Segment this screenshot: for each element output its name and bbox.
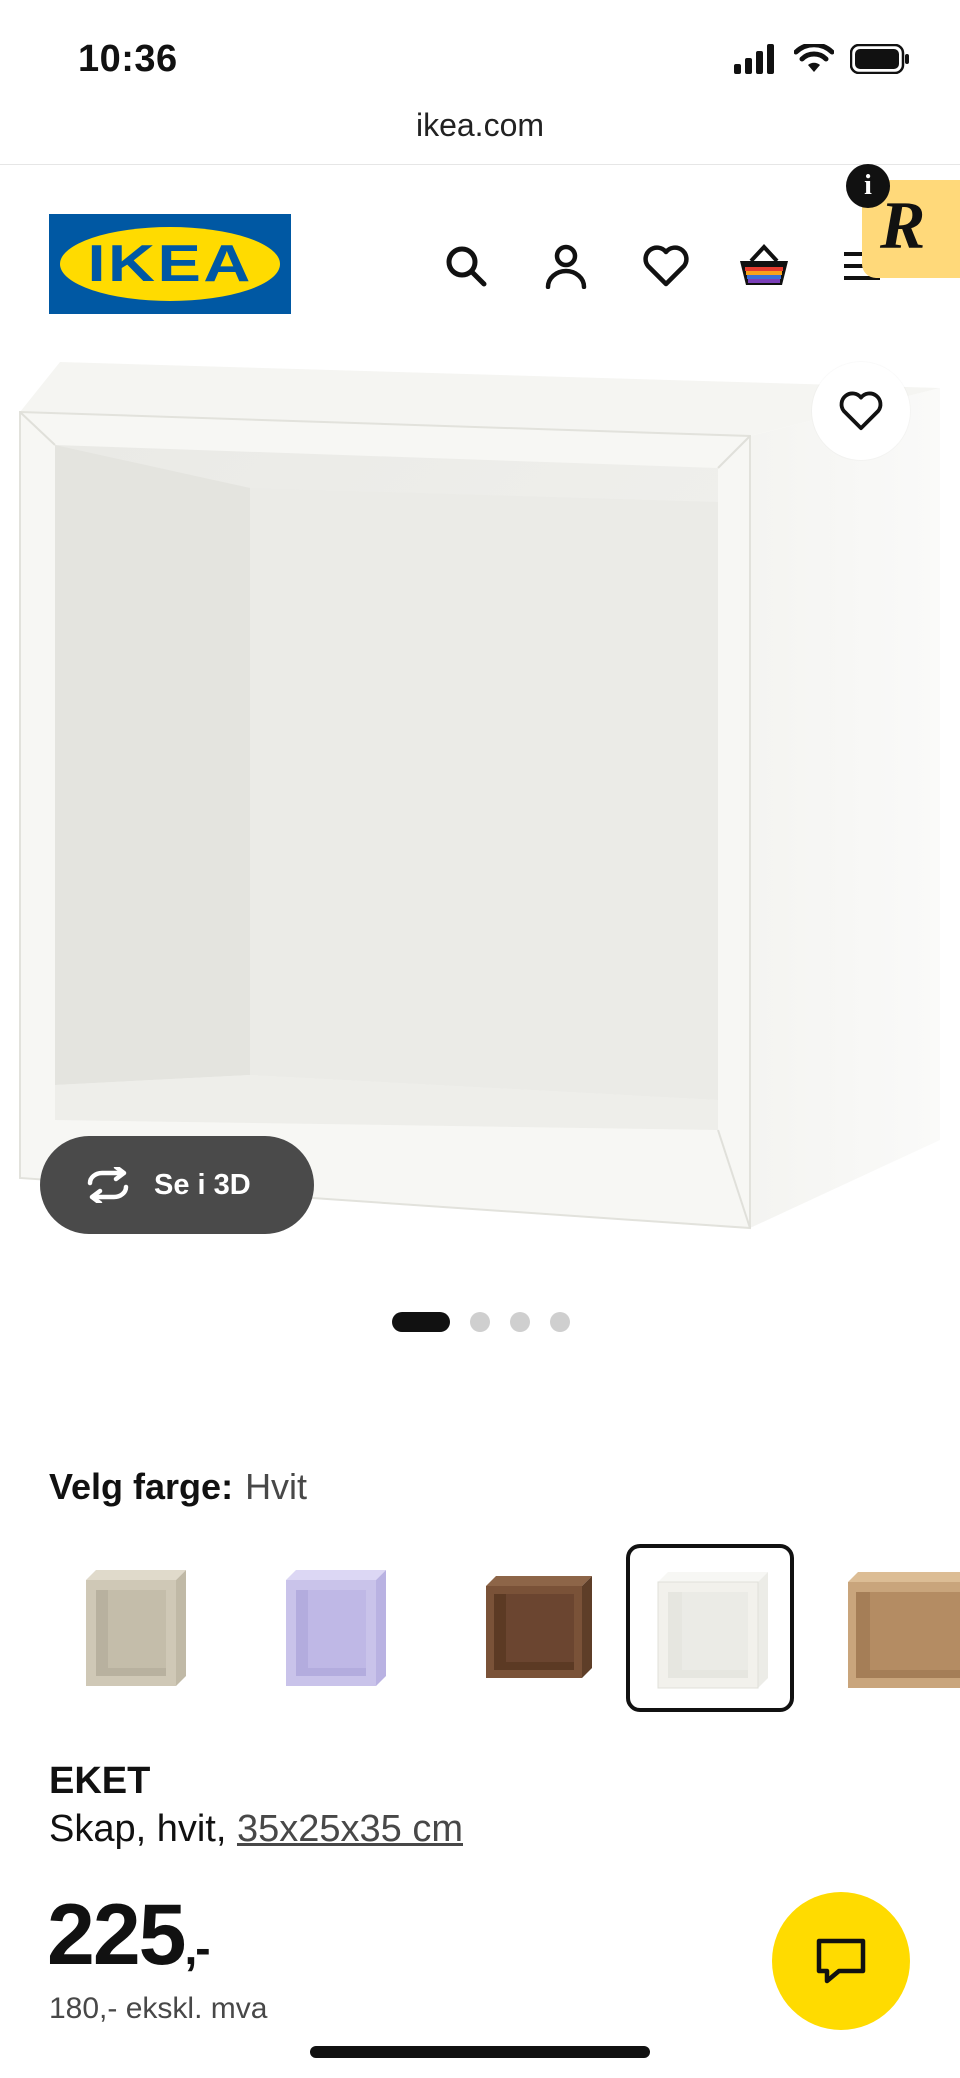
- address-bar[interactable]: ikea.com: [0, 100, 960, 165]
- url-text: ikea.com: [415, 107, 545, 143]
- wifi-icon: [794, 44, 834, 72]
- product-name: EKET: [49, 1760, 151, 1802]
- selected-color-value: Hvit: [245, 1466, 308, 1507]
- price-excl-vat: 180,- ekskl. mva: [49, 1992, 268, 2025]
- logo-text: IKEA: [87, 235, 253, 293]
- pagination-dot[interactable]: [470, 1312, 490, 1332]
- pagination-dot[interactable]: [510, 1312, 530, 1332]
- swatch-image: [848, 1572, 960, 1688]
- pagination-dot[interactable]: [550, 1312, 570, 1332]
- color-swatch-white[interactable]: [626, 1544, 794, 1712]
- color-label-title: Velg farge:: [49, 1466, 234, 1507]
- swatch-image: [657, 1572, 768, 1689]
- product-image[interactable]: [0, 340, 960, 1260]
- swatch-image: [286, 1570, 386, 1686]
- swatch-image: [86, 1570, 186, 1686]
- basket-icon[interactable]: [736, 238, 792, 294]
- status-time: 10:36: [78, 38, 178, 80]
- cabinet-illustration: [19, 362, 940, 1230]
- color-swatch-oak[interactable]: [826, 1544, 960, 1712]
- favorite-button[interactable]: [812, 362, 910, 460]
- product-price: 225,-: [47, 1886, 211, 1985]
- battery-icon: [850, 44, 909, 74]
- color-label: Velg farge: Hvit: [49, 1466, 307, 1508]
- logo-oval: IKEA: [60, 227, 280, 301]
- search-icon[interactable]: [438, 238, 494, 294]
- price-value: 225: [47, 1887, 186, 1983]
- product-dimensions-link[interactable]: 35x25x35 cm: [237, 1808, 463, 1850]
- color-swatch-lilac[interactable]: [250, 1544, 418, 1712]
- heart-icon: [839, 391, 883, 431]
- extension-logo-letter: R: [880, 187, 926, 263]
- chat-icon: [816, 1938, 866, 1984]
- product-description: Skap, hvit, 35x25x35 cm: [49, 1808, 463, 1851]
- info-icon[interactable]: i: [846, 164, 890, 208]
- chat-button[interactable]: [772, 1892, 910, 2030]
- pagination-dot[interactable]: [392, 1312, 450, 1332]
- swatch-image: [486, 1576, 592, 1678]
- home-indicator[interactable]: [310, 2046, 650, 2058]
- gallery-pagination: [392, 1312, 570, 1332]
- signal-icon: [734, 44, 774, 74]
- ikea-logo[interactable]: IKEA: [49, 214, 291, 314]
- color-swatch-beige[interactable]: [50, 1544, 218, 1712]
- heart-icon[interactable]: [638, 238, 694, 294]
- color-swatch-walnut[interactable]: [450, 1544, 618, 1712]
- account-icon[interactable]: [538, 238, 594, 294]
- view-3d-button[interactable]: Se i 3D: [40, 1136, 314, 1234]
- product-description-text: Skap, hvit,: [49, 1808, 237, 1850]
- price-suffix: ,-: [184, 1922, 211, 1974]
- view-3d-label: Se i 3D: [154, 1168, 251, 1201]
- site-header: IKEA: [0, 166, 960, 326]
- status-bar: 10:36: [0, 0, 960, 110]
- status-icons: [734, 44, 910, 74]
- color-swatch-list: [0, 1544, 960, 1716]
- rotate-3d-icon: [87, 1167, 129, 1203]
